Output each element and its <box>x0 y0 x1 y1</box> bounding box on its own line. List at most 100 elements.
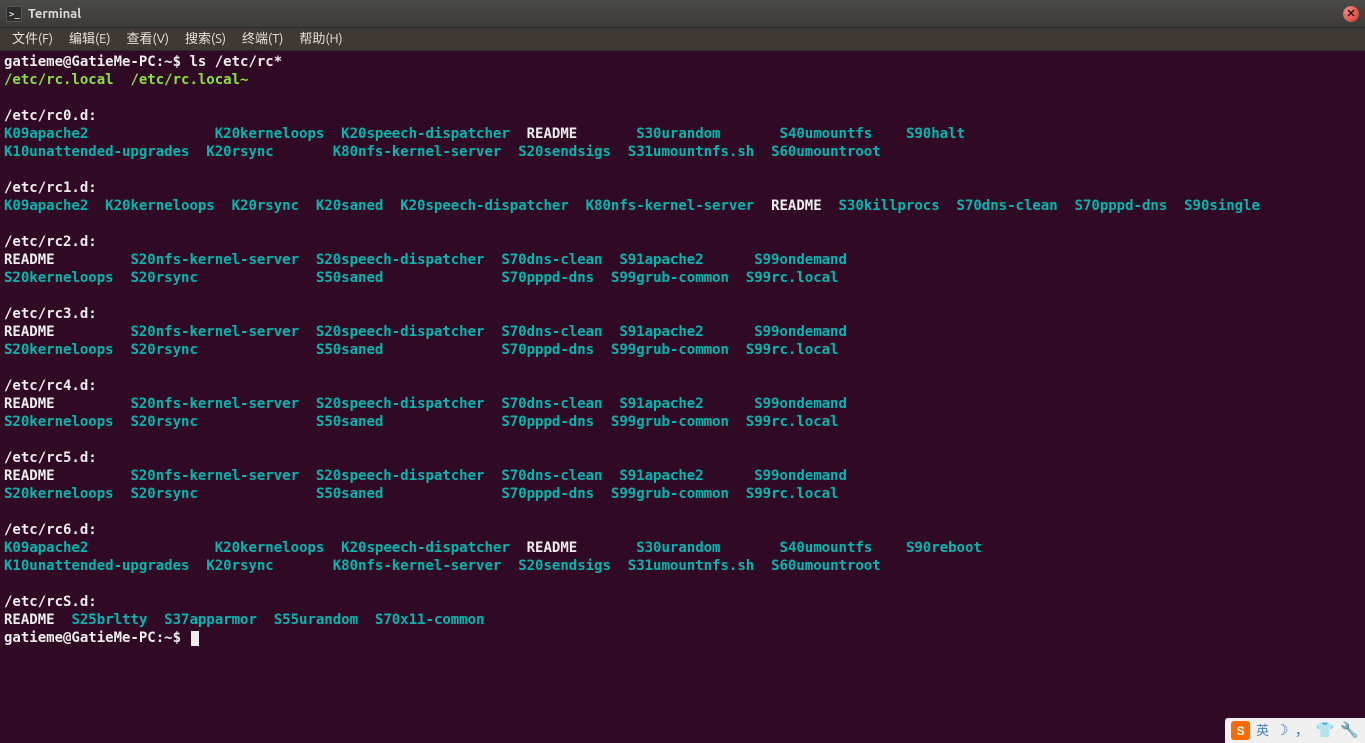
titlebar[interactable]: Terminal ✕ <box>0 0 1365 28</box>
rc5-s91apache: S91apache2 <box>619 468 703 484</box>
rcS-s25brltty: S25brltty <box>71 612 147 628</box>
tool-icon[interactable]: 🔧 <box>1340 722 1359 740</box>
rc6-k80nfs: K80nfs-kernel-server <box>333 558 502 574</box>
rc2-s91apache: S91apache2 <box>619 252 703 268</box>
rc3-s20rsync: S20rsync <box>130 342 197 358</box>
menu-term[interactable]: 终端(T) <box>234 28 291 50</box>
rc5-s20nfs: S20nfs-kernel-server <box>130 468 299 484</box>
rc0-s90halt: S90halt <box>906 126 965 142</box>
moon-icon[interactable]: ☽ <box>1275 722 1288 740</box>
rcS-readme: README <box>4 612 55 628</box>
rc6-s40umountfs: S40umountfs <box>780 540 873 556</box>
rc4-s20rsync: S20rsync <box>130 414 197 430</box>
rc3-s91apache: S91apache2 <box>619 324 703 340</box>
rc3-s20kerneloops: S20kerneloops <box>4 342 114 358</box>
rc2-s99ondemand: S99ondemand <box>754 252 847 268</box>
rc6-k20kerneloops: K20kerneloops <box>215 540 325 556</box>
prompt-path2: ~ <box>164 630 172 646</box>
rc2-s70pppd: S70pppd-dns <box>501 270 594 286</box>
rc4-readme: README <box>4 396 55 412</box>
window-title: Terminal <box>28 5 81 23</box>
file-rc-local: /etc/rc.local <box>4 72 114 88</box>
rc1-e: K20speech-dispatcher <box>400 198 569 214</box>
terminal-icon <box>6 6 22 22</box>
menu-search[interactable]: 搜索(S) <box>177 28 234 50</box>
rc4-s99grub: S99grub-common <box>611 414 729 430</box>
rc0-k80nfs: K80nfs-kernel-server <box>333 144 502 160</box>
rc5-s70dns: S70dns-clean <box>501 468 602 484</box>
rc1-h: S30killprocs <box>839 198 940 214</box>
dir-rc4: /etc/rc4.d: <box>4 378 97 394</box>
ime-lang[interactable]: 英 <box>1256 722 1269 740</box>
rc2-s20speechd: S20speech-dispatcher <box>316 252 485 268</box>
rcS-s55urandom: S55urandom <box>274 612 358 628</box>
menu-edit[interactable]: 编辑(E) <box>61 28 118 50</box>
prompt-user: gatieme@GatieMe-PC <box>4 54 156 70</box>
dir-rc3: /etc/rc3.d: <box>4 306 97 322</box>
rc2-s20rsync: S20rsync <box>130 270 197 286</box>
terminal-output[interactable]: gatieme@GatieMe-PC:~$ ls /etc/rc* /etc/r… <box>0 51 1365 649</box>
rc1-g: README <box>771 198 822 214</box>
rc0-k20speechd: K20speech-dispatcher <box>341 126 510 142</box>
rc4-s20kerneloops: S20kerneloops <box>4 414 114 430</box>
rc4-s99ondemand: S99ondemand <box>754 396 847 412</box>
rc4-s20nfs: S20nfs-kernel-server <box>130 396 299 412</box>
dir-rc1: /etc/rc1.d: <box>4 180 97 196</box>
menu-help[interactable]: 帮助(H) <box>291 28 350 50</box>
rc1-c: K20rsync <box>232 198 299 214</box>
rc0-s40umountfs: S40umountfs <box>780 126 873 142</box>
rc5-s99rclocal: S99rc.local <box>746 486 839 502</box>
rc3-s20nfs: S20nfs-kernel-server <box>130 324 299 340</box>
rc1-i: S70dns-clean <box>957 198 1058 214</box>
command-text: ls /etc/rc* <box>189 54 282 70</box>
prompt-user2: gatieme@GatieMe-PC <box>4 630 156 646</box>
rc2-s70dns: S70dns-clean <box>501 252 602 268</box>
rc3-s99ondemand: S99ondemand <box>754 324 847 340</box>
rc5-s99grub: S99grub-common <box>611 486 729 502</box>
rc4-s70dns: S70dns-clean <box>501 396 602 412</box>
close-button[interactable]: ✕ <box>1343 6 1359 22</box>
prompt-path: ~ <box>164 54 172 70</box>
rc5-s20rsync: S20rsync <box>130 486 197 502</box>
dir-rc2: /etc/rc2.d: <box>4 234 97 250</box>
rc4-s70pppd: S70pppd-dns <box>501 414 594 430</box>
rc4-s50saned: S50saned <box>316 414 383 430</box>
menubar: 文件(F) 编辑(E) 查看(V) 搜索(S) 终端(T) 帮助(H) <box>0 28 1365 51</box>
rc2-s50saned: S50saned <box>316 270 383 286</box>
rc0-k10unattended: K10unattended-upgrades <box>4 144 189 160</box>
dir-rc5: /etc/rc5.d: <box>4 450 97 466</box>
rc3-s20speechd: S20speech-dispatcher <box>316 324 485 340</box>
rc4-s99rclocal: S99rc.local <box>746 414 839 430</box>
rc6-k20rsync: K20rsync <box>206 558 273 574</box>
rc5-s70pppd: S70pppd-dns <box>501 486 594 502</box>
rc3-s50saned: S50saned <box>316 342 383 358</box>
rc6-s20sendsigs: S20sendsigs <box>518 558 611 574</box>
rc2-s20kerneloops: S20kerneloops <box>4 270 114 286</box>
system-tray: S 英 ☽ ， 👕 🔧 <box>1225 718 1365 743</box>
rc3-s70pppd: S70pppd-dns <box>501 342 594 358</box>
rc0-k20rsync: K20rsync <box>206 144 273 160</box>
dir-rc0: /etc/rc0.d: <box>4 108 97 124</box>
shirt-icon[interactable]: 👕 <box>1316 722 1335 740</box>
rcS-s70x11: S70x11-common <box>375 612 485 628</box>
rc6-k09apache2: K09apache2 <box>4 540 88 556</box>
rc6-k10unattended: K10unattended-upgrades <box>4 558 189 574</box>
menu-view[interactable]: 查看(V) <box>119 28 177 50</box>
rc1-b: K20kerneloops <box>105 198 215 214</box>
rc3-s99rclocal: S99rc.local <box>746 342 839 358</box>
rc0-k09apache2: K09apache2 <box>4 126 88 142</box>
rc3-s70dns: S70dns-clean <box>501 324 602 340</box>
rc1-f: K80nfs-kernel-server <box>586 198 755 214</box>
rc6-s31umountnfs: S31umountnfs.sh <box>628 558 754 574</box>
menu-file[interactable]: 文件(F) <box>4 28 61 50</box>
comma-icon[interactable]: ， <box>1295 722 1310 740</box>
rc0-s31umountnfs: S31umountnfs.sh <box>628 144 754 160</box>
rc2-s99rclocal: S99rc.local <box>746 270 839 286</box>
rc6-k20speechd: K20speech-dispatcher <box>341 540 510 556</box>
rc2-s20nfs: S20nfs-kernel-server <box>130 252 299 268</box>
rc0-s30urandom: S30urandom <box>636 126 720 142</box>
rc5-s20kerneloops: S20kerneloops <box>4 486 114 502</box>
dir-rc6: /etc/rc6.d: <box>4 522 97 538</box>
rc4-s91apache: S91apache2 <box>619 396 703 412</box>
ime-badge-icon[interactable]: S <box>1231 721 1250 740</box>
